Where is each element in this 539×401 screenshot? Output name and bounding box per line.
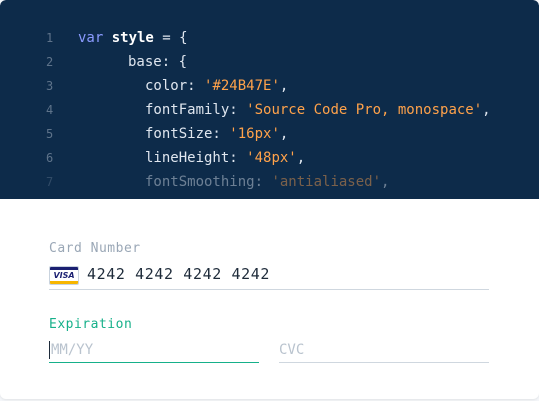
code-token: base: { bbox=[128, 54, 188, 70]
visa-card-icon: VISA bbox=[49, 266, 79, 285]
code-token: , bbox=[381, 174, 390, 190]
code-token: fontFamily: bbox=[145, 102, 247, 118]
code-text: fontSmoothing: 'antialiased', bbox=[145, 170, 389, 194]
code-text: fontSize: '16px', bbox=[145, 122, 288, 146]
expiration-input[interactable] bbox=[51, 340, 251, 360]
payment-form: Card Number VISA 4242 4242 4242 4242 Exp… bbox=[49, 199, 489, 399]
code-line: 1 var style = { bbox=[0, 26, 539, 50]
line-number: 2 bbox=[46, 55, 54, 69]
line-number: 5 bbox=[46, 127, 54, 141]
card-number-input[interactable]: 4242 4242 4242 4242 bbox=[87, 262, 270, 286]
payment-card: 1 var style = { 2 base: { 3 color: '#24B47E',… bbox=[0, 0, 539, 399]
code-token: = { bbox=[153, 30, 188, 46]
code-line: 4 fontFamily: 'Source Code Pro, monospace… bbox=[0, 98, 539, 122]
code-text: base: { bbox=[128, 50, 187, 74]
expiration-underline bbox=[49, 362, 259, 363]
code-line: 3 color: '#24B47E', bbox=[0, 74, 539, 98]
code-text: lineHeight: '48px', bbox=[145, 146, 305, 170]
code-token: fontSize: bbox=[145, 126, 230, 142]
code-token: lineHeight: bbox=[145, 150, 247, 166]
code-token: '48px' bbox=[246, 150, 297, 166]
code-token: , bbox=[279, 78, 289, 94]
code-token: 'Source Code Pro, monospace' bbox=[246, 102, 483, 118]
code-token: , bbox=[482, 102, 491, 118]
code-token: '#24B47E' bbox=[204, 78, 280, 94]
code-token: color: bbox=[145, 78, 205, 94]
code-token: 'antialiased' bbox=[271, 174, 382, 190]
expiration-label: Expiration bbox=[49, 317, 133, 332]
code-token: style bbox=[111, 30, 154, 46]
code-snippet-panel: 1 var style = { 2 base: { 3 color: '#24B47E',… bbox=[0, 0, 539, 199]
code-line: 2 base: { bbox=[0, 50, 539, 74]
card-number-label: Card Number bbox=[49, 241, 141, 256]
code-text: fontFamily: 'Source Code Pro, monospace'… bbox=[145, 98, 491, 122]
code-text: color: '#24B47E', bbox=[145, 74, 288, 98]
line-number: 1 bbox=[46, 31, 54, 45]
line-number: 7 bbox=[46, 175, 54, 189]
code-token: var bbox=[78, 30, 112, 46]
code-token: fontSmoothing: bbox=[145, 174, 272, 190]
code-line: 5 fontSize: '16px', bbox=[0, 122, 539, 146]
card-brand-text: VISA bbox=[53, 271, 75, 280]
line-number: 6 bbox=[46, 151, 54, 165]
cvc-input[interactable] bbox=[279, 340, 479, 360]
code-line: 6 lineHeight: '48px', bbox=[0, 146, 539, 170]
code-text: var style = { bbox=[78, 26, 188, 50]
code-token: , bbox=[296, 150, 306, 166]
line-number: 3 bbox=[46, 79, 54, 93]
cvc-underline bbox=[279, 362, 489, 363]
code-token: '16px' bbox=[229, 126, 280, 142]
card-number-underline bbox=[49, 289, 489, 290]
code-token: , bbox=[279, 126, 289, 142]
code-line: 7 fontSmoothing: 'antialiased', bbox=[0, 170, 539, 194]
text-caret bbox=[49, 341, 50, 359]
line-number: 4 bbox=[46, 103, 54, 117]
